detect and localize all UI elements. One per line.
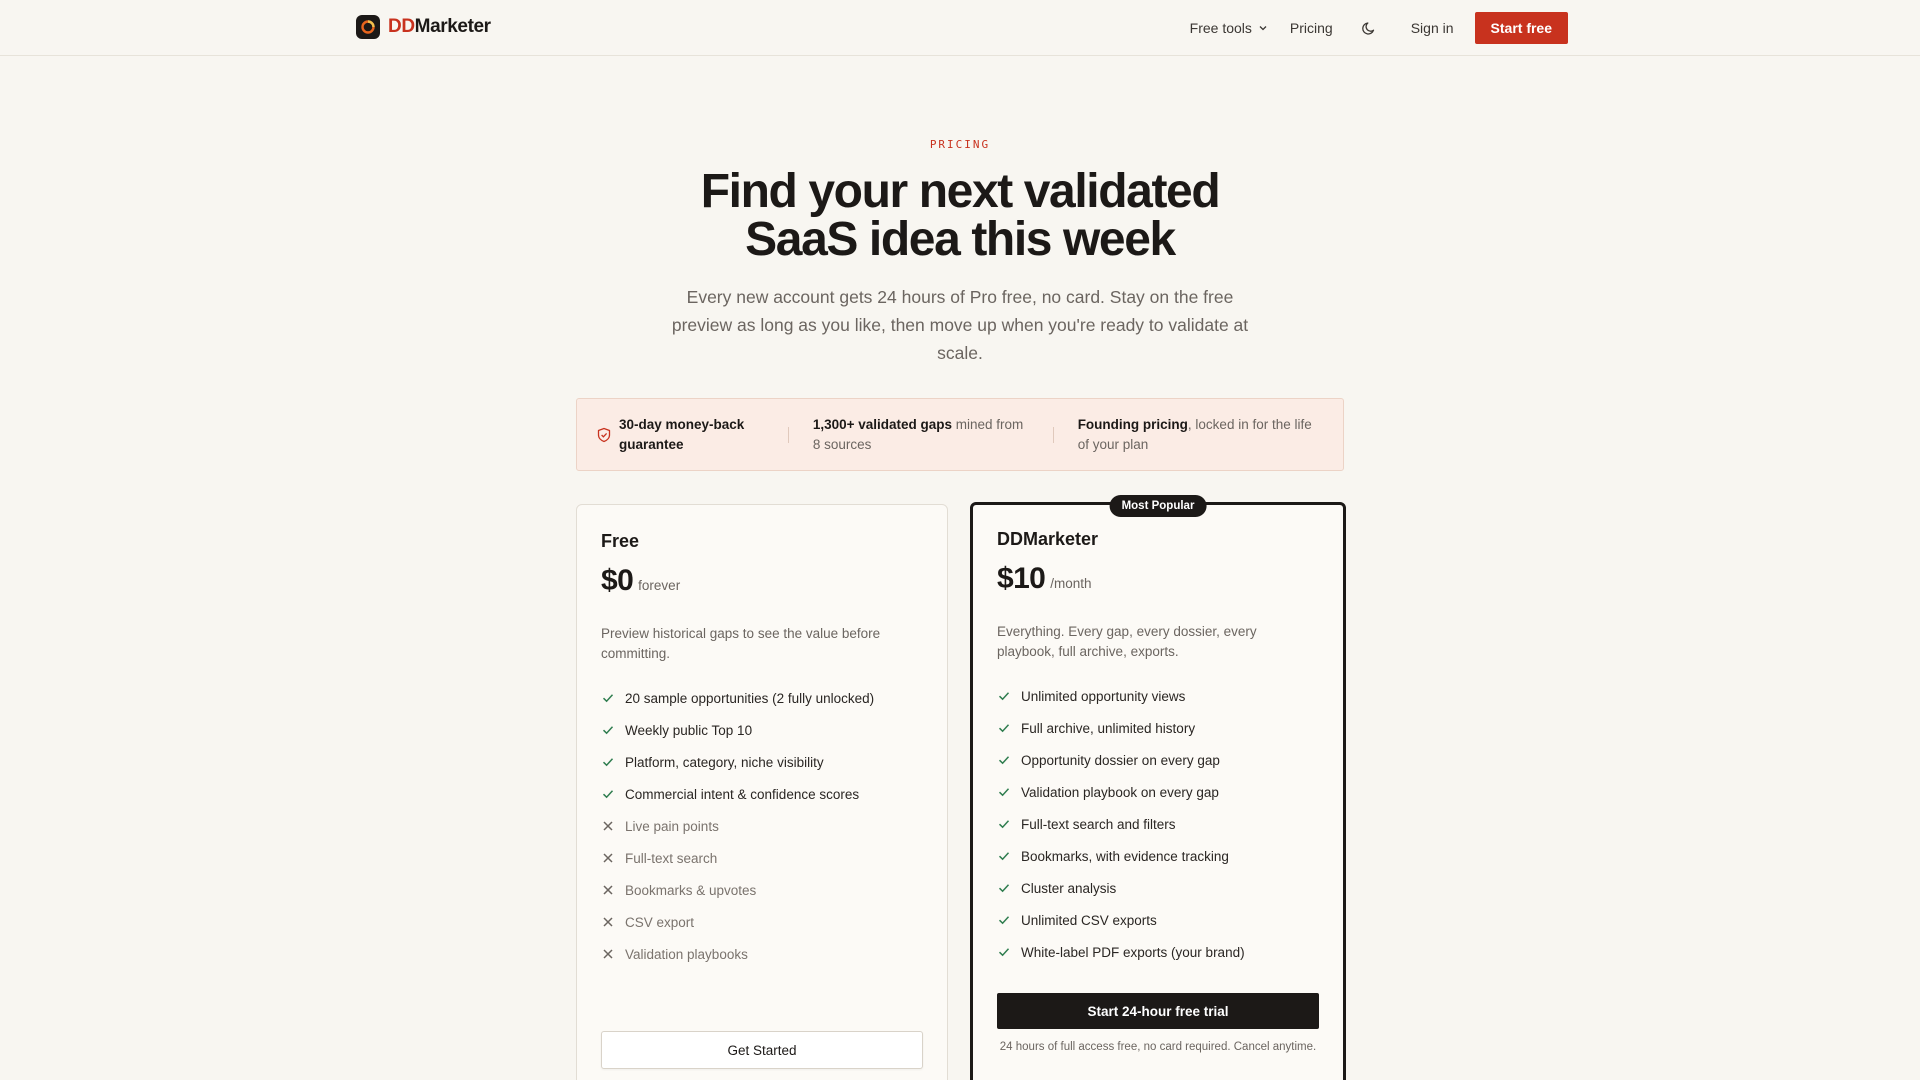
- check-icon: [998, 948, 1010, 957]
- feature-label: Unlimited opportunity views: [1021, 688, 1186, 704]
- trust-guarantee: 30-day money-back guarantee: [597, 415, 764, 455]
- feature-item: Opportunity dossier on every gap: [997, 744, 1319, 776]
- feature-label: Validation playbooks: [625, 946, 748, 962]
- title-line-1: Find your next validated: [700, 165, 1221, 218]
- nav-links: Free tools Pricing Sign in Start free: [1190, 12, 1568, 44]
- feature-item: Weekly public Top 10: [601, 714, 923, 746]
- x-icon: [603, 949, 613, 959]
- plan-period: forever: [638, 578, 681, 593]
- trust-divider: [787, 426, 789, 443]
- feature-label: Full-text search and filters: [1021, 816, 1176, 832]
- get-started-button[interactable]: Get Started: [601, 1031, 923, 1069]
- feature-label: Live pain points: [625, 818, 719, 834]
- page-title: Find your next validated SaaS idea this …: [560, 168, 1360, 264]
- trust-gap-count: 1,300+ validated gaps mined from 8 sourc…: [812, 416, 1024, 452]
- check-icon: [998, 692, 1010, 701]
- plan-description: Everything. Every gap, every dossier, ev…: [997, 624, 1257, 659]
- chevron-down-icon: [1259, 26, 1267, 31]
- feature-item: Cluster analysis: [997, 872, 1319, 904]
- logo-ring-icon: [356, 15, 380, 39]
- feature-item: Commercial intent & confidence scores: [601, 778, 923, 810]
- check-icon: [998, 916, 1010, 925]
- theme-toggle-button[interactable]: [1361, 20, 1377, 36]
- feature-label: Unlimited CSV exports: [1021, 912, 1157, 928]
- plan-price: $10: [997, 562, 1046, 595]
- shield-check-icon: [597, 427, 611, 442]
- x-icon: [603, 885, 613, 895]
- trust-founding-pricing: Founding pricing, locked in for the life…: [1077, 416, 1312, 452]
- feature-label: White-label PDF exports (your brand): [1021, 944, 1245, 960]
- feature-label: 20 sample opportunities (2 fully unlocke…: [625, 690, 875, 706]
- feature-item: 20 sample opportunities (2 fully unlocke…: [601, 682, 923, 714]
- free-tools-label: Free tools: [1189, 20, 1252, 36]
- sign-in-link[interactable]: Sign in: [1411, 20, 1454, 36]
- check-icon: [998, 788, 1010, 797]
- feature-item: Validation playbooks: [601, 938, 923, 970]
- check-icon: [998, 820, 1010, 829]
- plan-description: Preview historical gaps to see the value…: [601, 626, 881, 661]
- brand-name: DDMarketer: [388, 16, 491, 37]
- feature-item: Full archive, unlimited history: [997, 712, 1319, 744]
- feature-item: Full-text search: [601, 842, 923, 874]
- pricing-eyebrow: PRICING: [929, 138, 991, 151]
- brand-logo[interactable]: DDMarketer: [356, 15, 491, 39]
- feature-label: Commercial intent & confidence scores: [625, 786, 860, 802]
- moon-icon: [1361, 22, 1374, 35]
- free-tools-menu[interactable]: Free tools: [1190, 20, 1268, 36]
- x-icon: [603, 917, 613, 927]
- check-icon: [602, 790, 614, 799]
- check-icon: [602, 694, 614, 703]
- pricing-link[interactable]: Pricing: [1290, 20, 1333, 36]
- feature-label: Validation playbook on every gap: [1021, 784, 1219, 800]
- trust-bar: 30-day money-back guarantee 1,300+ valid…: [576, 398, 1344, 471]
- check-icon: [998, 756, 1010, 765]
- feature-label: Cluster analysis: [1021, 880, 1117, 896]
- feature-label: Full-text search: [625, 850, 718, 866]
- check-icon: [998, 884, 1010, 893]
- free-plan-card: Free $0 forever Preview historical gaps …: [576, 504, 948, 1080]
- check-icon: [602, 758, 614, 767]
- feature-item: White-label PDF exports (your brand): [997, 936, 1319, 968]
- feature-item: Live pain points: [601, 810, 923, 842]
- plan-period: /month: [1050, 576, 1092, 591]
- plan-price-row: $10 /month: [997, 562, 1319, 596]
- feature-label: Bookmarks & upvotes: [625, 882, 757, 898]
- x-icon: [603, 853, 613, 863]
- feature-item: CSV export: [601, 906, 923, 938]
- feature-list: Unlimited opportunity views Full archive,…: [997, 680, 1319, 968]
- feature-label: Weekly public Top 10: [625, 722, 753, 738]
- feature-label: Full archive, unlimited history: [1021, 720, 1196, 736]
- feature-item: Validation playbook on every gap: [997, 776, 1319, 808]
- check-icon: [998, 852, 1010, 861]
- check-icon: [602, 726, 614, 735]
- feature-item: Platform, category, niche visibility: [601, 746, 923, 778]
- plan-name: DDMarketer: [997, 529, 1099, 549]
- trust-divider: [1052, 426, 1054, 443]
- most-popular-badge: Most Popular: [1109, 495, 1207, 517]
- start-free-button[interactable]: Start free: [1474, 12, 1568, 44]
- top-nav: DDMarketer Free tools Pricing Sign in St…: [0, 0, 1920, 56]
- plan-price: $0: [601, 564, 634, 597]
- pro-plan-card: Most Popular DDMarketer $10 /month Every…: [970, 495, 1346, 1080]
- title-line-2: SaaS idea this week: [745, 213, 1176, 266]
- feature-item: Unlimited CSV exports: [997, 904, 1319, 936]
- feature-label: Bookmarks, with evidence tracking: [1021, 848, 1229, 864]
- feature-label: Platform, category, niche visibility: [625, 754, 824, 770]
- trial-note: 24 hours of full access free, no card re…: [999, 1041, 1317, 1053]
- feature-item: Bookmarks, with evidence tracking: [997, 840, 1319, 872]
- feature-list: 20 sample opportunities (2 fully unlocke…: [601, 682, 923, 970]
- feature-label: Opportunity dossier on every gap: [1021, 752, 1220, 768]
- feature-item: Unlimited opportunity views: [997, 680, 1319, 712]
- feature-item: Full-text search and filters: [997, 808, 1319, 840]
- start-trial-button[interactable]: Start 24-hour free trial: [997, 993, 1319, 1029]
- page-subtitle: Every new account gets 24 hours of Pro f…: [671, 287, 1249, 363]
- feature-item: Bookmarks & upvotes: [601, 874, 923, 906]
- check-icon: [998, 724, 1010, 733]
- x-icon: [603, 821, 613, 831]
- plan-price-row: $0 forever: [601, 564, 923, 598]
- plan-name: Free: [601, 531, 640, 551]
- feature-label: CSV export: [625, 914, 695, 930]
